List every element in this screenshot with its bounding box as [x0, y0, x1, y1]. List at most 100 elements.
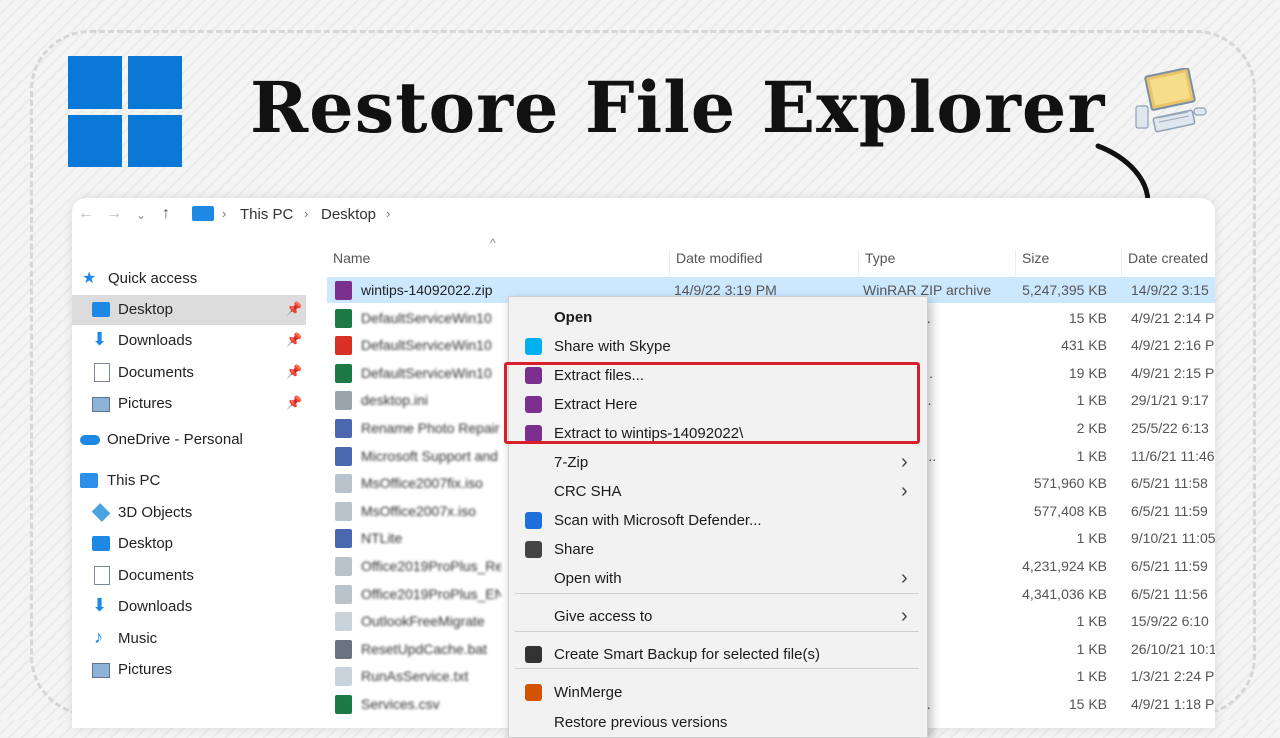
menu-item-label: Create Smart Backup for selected file(s)	[554, 646, 820, 663]
menu-item-winmerge[interactable]: WinMerge	[509, 679, 927, 707]
menu-item-restore-previous-versions[interactable]: Restore previous versions	[509, 709, 927, 737]
submenu-chevron-icon: ›	[901, 605, 908, 627]
menu-item-share-with-skype[interactable]: Share with Skype	[509, 333, 927, 361]
file-date-created: 14/9/22 3:15	[1131, 282, 1209, 298]
file-size: 2 KB	[1076, 420, 1107, 436]
disc-image-icon	[335, 584, 352, 604]
pictures-icon	[92, 397, 110, 412]
column-header-name[interactable]: Name	[327, 250, 663, 276]
file-date-created: 9/10/21 11:05	[1131, 530, 1215, 547]
file-date-created: 29/1/21 9:17	[1131, 392, 1209, 409]
back-arrow-icon[interactable]: ←	[78, 205, 94, 223]
sidebar-item-downloads[interactable]: ⬇ Downloads 📌	[72, 326, 306, 356]
computer-icon	[1135, 68, 1207, 133]
submenu-chevron-icon: ›	[901, 451, 908, 473]
file-name: MsOffice2007x.iso	[361, 502, 476, 519]
shortcut-icon	[335, 419, 352, 438]
menu-item-share[interactable]: Share	[509, 536, 927, 564]
shortcut-icon	[335, 529, 352, 549]
pin-icon[interactable]: 📌	[286, 301, 302, 317]
file-size: 1 KB	[1076, 447, 1107, 464]
sidebar-item-pc-documents[interactable]: Documents	[72, 561, 306, 591]
menu-item-label: Share	[554, 541, 595, 558]
file-size: 4,231,924 KB	[1022, 558, 1107, 574]
pdf-icon	[335, 336, 352, 356]
extract-options-highlight	[504, 362, 920, 444]
windows-logo-icon	[68, 56, 182, 167]
file-size: 1 KB	[1076, 613, 1107, 630]
share-icon	[525, 541, 542, 558]
menu-item-label: 7-Zip	[554, 454, 589, 471]
file-date-created: 11/6/21 11:46	[1131, 447, 1215, 464]
menu-item-create-smart-backup-for-selected-file-s[interactable]: Create Smart Backup for selected file(s)	[509, 641, 927, 669]
sidebar-this-pc[interactable]: This PC	[72, 466, 306, 496]
menu-item-crc-sha[interactable]: CRC SHA ›	[509, 478, 927, 506]
music-note-icon: ♪	[94, 627, 103, 647]
sidebar-item-pictures[interactable]: Pictures 📌	[72, 389, 306, 419]
sidebar-item-documents[interactable]: Documents 📌	[72, 358, 306, 388]
file-date-created: 26/10/21 10:1	[1131, 640, 1215, 657]
shortcut-icon	[335, 446, 352, 466]
sidebar-item-3d-objects[interactable]: 3D Objects	[72, 498, 306, 528]
menu-item-label: Open with	[554, 570, 622, 587]
menu-item-label: Scan with Microsoft Defender...	[554, 512, 762, 529]
sort-caret-icon: ^	[490, 236, 496, 250]
pin-icon[interactable]: 📌	[286, 395, 302, 411]
disc-image-icon	[335, 501, 352, 521]
navigation-pane: ★ Quick access Desktop 📌 ⬇ Downloads 📌 D…	[72, 264, 309, 724]
menu-item-label: Give access to	[554, 608, 653, 625]
file-date-created: 25/5/22 6:13	[1131, 420, 1209, 436]
sidebar-item-pc-downloads[interactable]: ⬇ Downloads	[72, 592, 306, 622]
file-name: ResetUpdCache.bat	[361, 640, 488, 657]
menu-separator	[515, 668, 919, 669]
forward-arrow-icon[interactable]: →	[106, 205, 122, 223]
sidebar-quick-access[interactable]: ★ Quick access	[72, 264, 306, 294]
sidebar-onedrive[interactable]: OneDrive - Personal	[72, 425, 306, 455]
skype-icon	[525, 338, 542, 355]
file-name: desktop.ini	[361, 392, 428, 409]
desktop-icon	[92, 536, 110, 551]
text-file-icon	[335, 667, 352, 687]
pin-icon[interactable]: 📌	[286, 332, 302, 348]
sidebar-item-pc-pictures[interactable]: Pictures	[72, 655, 306, 685]
download-arrow-icon: ⬇	[92, 329, 108, 349]
column-header-date-created[interactable]: Date created	[1121, 250, 1215, 276]
file-size: 577,408 KB	[1033, 502, 1107, 519]
file-size: 1 KB	[1076, 392, 1107, 409]
menu-item-open[interactable]: Open	[509, 304, 927, 332]
up-arrow-icon[interactable]: ↑	[162, 205, 170, 223]
recent-locations-chevron-icon[interactable]: ⌄	[136, 208, 146, 222]
file-size: 1 KB	[1076, 530, 1107, 547]
menu-item-open-with[interactable]: Open with ›	[509, 565, 927, 593]
file-name: Services.csv	[361, 696, 440, 712]
breadcrumb-separator: ›	[222, 206, 227, 221]
menu-item-7-zip[interactable]: 7-Zip ›	[509, 449, 927, 477]
address-bar: ← → ⌄ ↑ › This PC › Desktop ›	[72, 198, 1215, 232]
sidebar-item-desktop[interactable]: Desktop 📌	[72, 295, 306, 325]
desktop-icon	[92, 302, 110, 317]
column-header-size[interactable]: Size	[1015, 250, 1122, 276]
breadcrumb-separator: ›	[304, 206, 309, 221]
breadcrumb-desktop[interactable]: Desktop	[321, 206, 376, 223]
menu-item-give-access-to[interactable]: Give access to ›	[509, 603, 927, 631]
column-header-date-modified[interactable]: Date modified	[669, 250, 856, 276]
breadcrumb-this-pc[interactable]: This PC	[240, 206, 293, 223]
column-header-type[interactable]: Type	[858, 250, 1015, 276]
menu-item-scan-with-microsoft-defender[interactable]: Scan with Microsoft Defender...	[509, 507, 927, 535]
file-date-created: 6/5/21 11:59	[1131, 502, 1208, 519]
file-name: OutlookFreeMigrate	[361, 613, 485, 630]
file-name: DefaultServiceWin10	[361, 309, 492, 326]
file-size: 1 KB	[1076, 640, 1107, 657]
settings-file-icon	[335, 391, 352, 411]
file-date-created: 4/9/21 1:18 P	[1131, 696, 1215, 712]
sidebar-item-music[interactable]: ♪ Music	[72, 624, 306, 654]
file-size: 1 KB	[1076, 668, 1107, 685]
file-size: 431 KB	[1061, 337, 1107, 354]
file-name: NTLite	[361, 530, 403, 547]
pin-icon[interactable]: 📌	[286, 364, 302, 380]
file-name: DefaultServiceWin10	[361, 364, 492, 381]
backup-icon	[525, 646, 542, 663]
excel-icon	[335, 695, 352, 714]
sidebar-item-pc-desktop[interactable]: Desktop	[72, 529, 306, 559]
disc-image-icon	[335, 557, 352, 576]
